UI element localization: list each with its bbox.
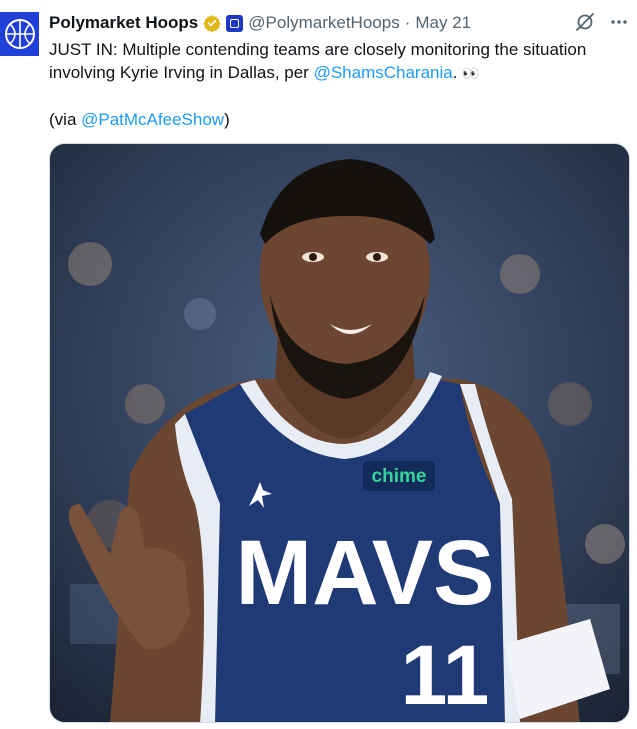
tweet-actions — [575, 12, 629, 32]
grok-icon[interactable] — [575, 12, 595, 32]
affiliate-badge-icon[interactable] — [226, 14, 244, 32]
jersey-word: MAVS — [236, 522, 495, 624]
tweet-body: JUST IN: Multiple contending teams are c… — [49, 38, 629, 85]
tweet-via: (via @PatMcAfeeShow) — [49, 108, 629, 131]
tweet-photo[interactable]: chime MAVS 11 — [49, 143, 630, 723]
author-handle[interactable]: @PolymarketHoops — [248, 13, 399, 33]
tweet-text: JUST IN: Multiple contending teams are c… — [49, 38, 629, 131]
separator-dot: · — [404, 13, 411, 32]
via-suffix: ) — [224, 110, 230, 129]
via-prefix: (via — [49, 110, 82, 129]
mention-mcafee[interactable]: @PatMcAfeeShow — [81, 110, 224, 129]
more-icon[interactable] — [609, 12, 629, 32]
tweet-header: Polymarket Hoops @PolymarketHoops · May … — [49, 12, 471, 34]
eyes-emoji: 👀 — [462, 65, 479, 81]
tweet: Polymarket Hoops @PolymarketHoops · May … — [0, 0, 637, 729]
tweet-date[interactable]: May 21 — [415, 13, 471, 33]
avatar[interactable] — [0, 12, 39, 56]
verified-badge-icon[interactable] — [203, 14, 221, 32]
mention-shams[interactable]: @ShamsCharania — [314, 63, 453, 82]
jersey-number: 11 — [401, 628, 490, 722]
tweet-text-punct: . — [452, 63, 463, 82]
author-name[interactable]: Polymarket Hoops — [49, 13, 198, 33]
jersey-sponsor: chime — [372, 466, 427, 487]
basketball-logo-icon — [4, 19, 35, 49]
player-photo: chime MAVS 11 — [50, 144, 629, 722]
